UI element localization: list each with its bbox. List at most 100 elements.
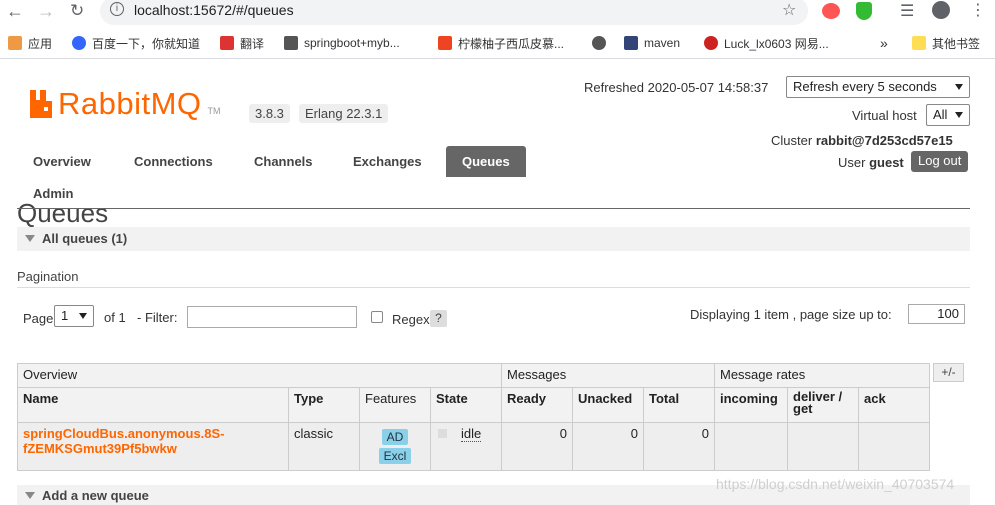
- chevron-down-icon: [955, 84, 963, 90]
- folder-icon: [912, 36, 926, 50]
- playlist-icon[interactable]: ☰: [900, 1, 914, 21]
- collapse-icon: [25, 235, 35, 242]
- queue-state: idle: [430, 422, 502, 471]
- col-state[interactable]: State: [430, 387, 502, 423]
- browser-chrome: ← → ↻ i localhost:15672/#/queues ☆ ☰ ⋮ 应…: [0, 0, 995, 60]
- regex-label: Regex: [392, 312, 430, 327]
- queue-incoming: [714, 422, 788, 471]
- bookmark-springboot[interactable]: springboot+myb...: [284, 35, 400, 51]
- bookmark-netease[interactable]: Luck_lx0603 网易...: [704, 35, 829, 51]
- page-title: Queues: [17, 198, 109, 228]
- bookmark-other[interactable]: 其他书签: [912, 35, 980, 51]
- col-incoming[interactable]: incoming: [714, 387, 788, 423]
- page-select[interactable]: 1: [54, 305, 94, 327]
- col-features: Features: [359, 387, 431, 423]
- bookmarks-overflow[interactable]: »: [880, 35, 888, 51]
- queue-total: 0: [643, 422, 715, 471]
- address-bar-row: ← → ↻ i localhost:15672/#/queues ☆ ☰ ⋮: [0, 0, 995, 25]
- chevron-down-icon: [955, 112, 963, 118]
- col-deliver-get[interactable]: deliver / get: [787, 387, 859, 423]
- queue-type: classic: [288, 422, 360, 471]
- queue-unacked: 0: [572, 422, 644, 471]
- queue-features: AD Excl: [359, 422, 431, 471]
- refresh-select[interactable]: Refresh every 5 seconds: [786, 76, 970, 98]
- queue-name-link[interactable]: springCloudBus.anonymous.8S-fZEMKSGmut39…: [23, 426, 283, 456]
- col-unacked[interactable]: Unacked: [572, 387, 644, 423]
- rabbitmq-logo: RabbitMQ TM: [28, 86, 221, 121]
- table-row: springCloudBus.anonymous.8S-fZEMKSGmut39…: [17, 422, 930, 471]
- vhost-select[interactable]: All: [926, 104, 970, 126]
- displaying-label: Displaying 1 item , page size up to:: [690, 307, 892, 322]
- url-text[interactable]: localhost:15672/#/queues: [134, 2, 294, 18]
- apps-icon: [8, 36, 22, 50]
- column-toggle-button[interactable]: +/-: [933, 363, 964, 382]
- queue-name-cell: springCloudBus.anonymous.8S-fZEMKSGmut39…: [17, 422, 289, 471]
- bookmark-maven[interactable]: maven: [624, 35, 680, 51]
- forward-icon[interactable]: →: [37, 2, 55, 20]
- trademark: TM: [207, 106, 221, 116]
- refreshed-label: Refreshed 2020-05-07 14:58:37: [584, 80, 769, 95]
- rabbit-logo-icon: [30, 90, 52, 118]
- info-icon[interactable]: i: [110, 2, 124, 16]
- bookmark-apps[interactable]: 应用: [8, 35, 52, 51]
- bookmark-globe[interactable]: [592, 35, 612, 51]
- pagination-label: Pagination: [17, 269, 79, 284]
- col-total[interactable]: Total: [643, 387, 715, 423]
- col-type[interactable]: Type: [288, 387, 360, 423]
- all-queues-section[interactable]: All queues (1): [17, 227, 970, 251]
- bookmark-baidu[interactable]: 百度一下，你就知道: [72, 35, 200, 51]
- filter-input[interactable]: [187, 306, 357, 328]
- queues-table: Overview Messages Message rates Name Typ…: [17, 363, 930, 471]
- bookmarks-bar: 应用 百度一下，你就知道 翻译 springboot+myb... 柠檬柚子西瓜…: [0, 27, 995, 59]
- url-box[interactable]: i localhost:15672/#/queues ☆: [100, 0, 808, 25]
- bookmark-lemon[interactable]: 柠檬柚子西瓜皮慕...: [438, 35, 564, 51]
- user-info: User guest: [838, 155, 904, 170]
- translate-icon: [220, 36, 234, 50]
- star-icon[interactable]: ☆: [782, 0, 796, 20]
- baidu-icon: [72, 36, 86, 50]
- fire-icon: [438, 36, 452, 50]
- col-name[interactable]: Name: [17, 387, 289, 423]
- queue-ready: 0: [501, 422, 573, 471]
- col-ack[interactable]: ack: [858, 387, 930, 423]
- page-size-input[interactable]: 100: [908, 304, 965, 324]
- watermark: https://blog.csdn.net/weixin_40703574: [716, 476, 955, 492]
- table-header: Name Type Features State Ready Unacked T…: [17, 387, 930, 423]
- erlang-badge: Erlang 22.3.1: [299, 104, 389, 123]
- springboot-icon: [284, 36, 298, 50]
- tab-overview[interactable]: Overview: [17, 146, 107, 177]
- regex-checkbox[interactable]: [371, 311, 383, 323]
- netease-icon: [704, 36, 718, 50]
- of-pages-label: of 1: [104, 310, 126, 325]
- extension-icon[interactable]: [822, 3, 840, 19]
- logout-button[interactable]: Log out: [911, 151, 969, 172]
- state-indicator-icon: [438, 429, 447, 438]
- tab-channels[interactable]: Channels: [238, 146, 329, 177]
- collapse-icon: [25, 492, 35, 499]
- globe-icon: [592, 36, 606, 50]
- table-group-header: Overview Messages Message rates: [17, 363, 930, 388]
- group-messages: Messages: [501, 363, 715, 388]
- chevron-down-icon: [79, 313, 87, 319]
- bookmark-translate[interactable]: 翻译: [220, 35, 264, 51]
- tab-connections[interactable]: Connections: [118, 146, 229, 177]
- group-overview: Overview: [17, 363, 502, 388]
- vhost-label: Virtual host: [852, 108, 917, 123]
- help-icon[interactable]: ?: [430, 310, 447, 327]
- maven-icon: [624, 36, 638, 50]
- page-label: Page: [23, 311, 54, 326]
- filter-label: - Filter:: [137, 310, 178, 325]
- back-icon[interactable]: ←: [6, 2, 24, 20]
- tab-queues[interactable]: Queues: [446, 146, 526, 177]
- menu-icon[interactable]: ⋮: [970, 0, 986, 20]
- reload-icon[interactable]: ↻: [70, 2, 84, 20]
- queue-ack: [858, 422, 930, 471]
- queue-deliver-get: [787, 422, 859, 471]
- shield-icon[interactable]: [856, 2, 872, 20]
- account-icon[interactable]: [932, 1, 950, 19]
- tab-exchanges[interactable]: Exchanges: [337, 146, 438, 177]
- version-badge: 3.8.3: [249, 104, 290, 123]
- feature-ad-badge: AD: [381, 429, 409, 445]
- cluster-info: Cluster rabbit@7d253cd57e15: [771, 133, 953, 148]
- col-ready[interactable]: Ready: [501, 387, 573, 423]
